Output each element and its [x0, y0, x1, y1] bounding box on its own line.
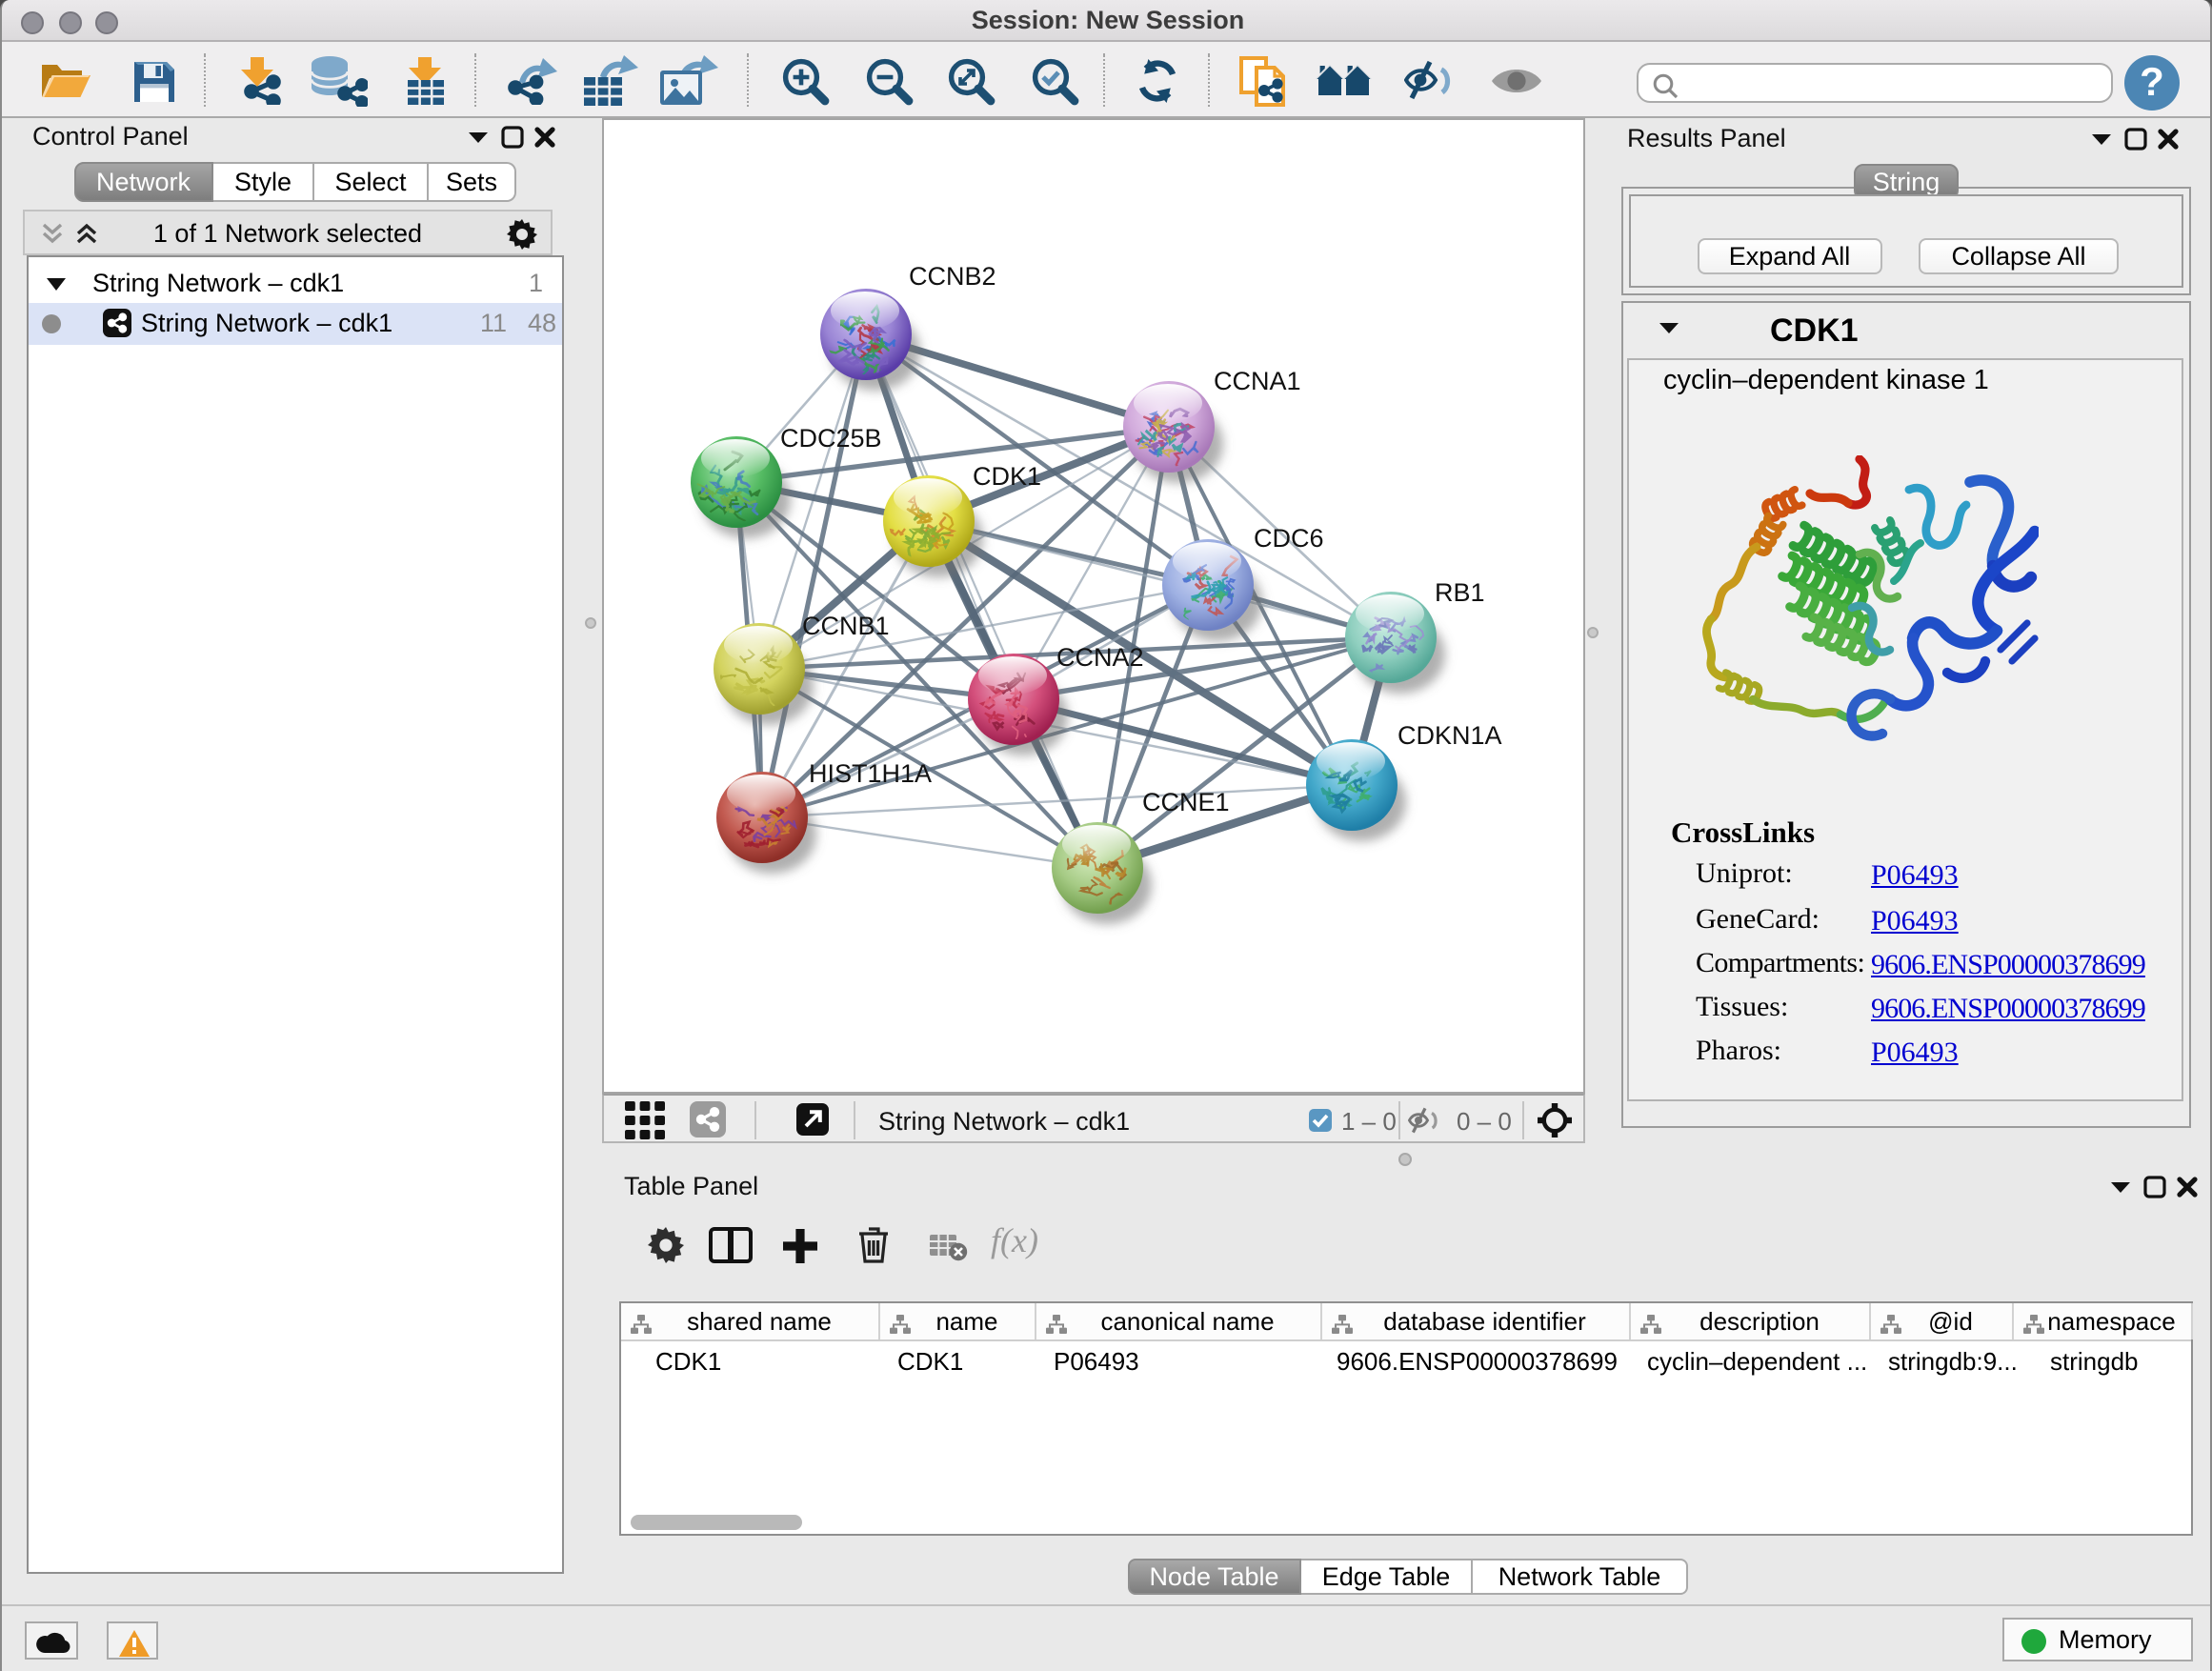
svg-text:CCNA2: CCNA2: [1056, 643, 1144, 672]
svg-text:RB1: RB1: [1435, 578, 1485, 607]
svg-text:CDKN1A: CDKN1A: [1398, 721, 1502, 750]
svg-text:CDC25B: CDC25B: [780, 424, 882, 453]
svg-text:CDK1: CDK1: [973, 462, 1041, 491]
svg-text:CCNE1: CCNE1: [1142, 788, 1230, 816]
svg-text:CCNA1: CCNA1: [1214, 367, 1301, 395]
svg-text:CCNB1: CCNB1: [802, 612, 890, 640]
svg-text:HIST1H1A: HIST1H1A: [809, 759, 932, 788]
svg-text:CDC6: CDC6: [1254, 524, 1324, 553]
svg-text:CCNB2: CCNB2: [909, 262, 996, 291]
